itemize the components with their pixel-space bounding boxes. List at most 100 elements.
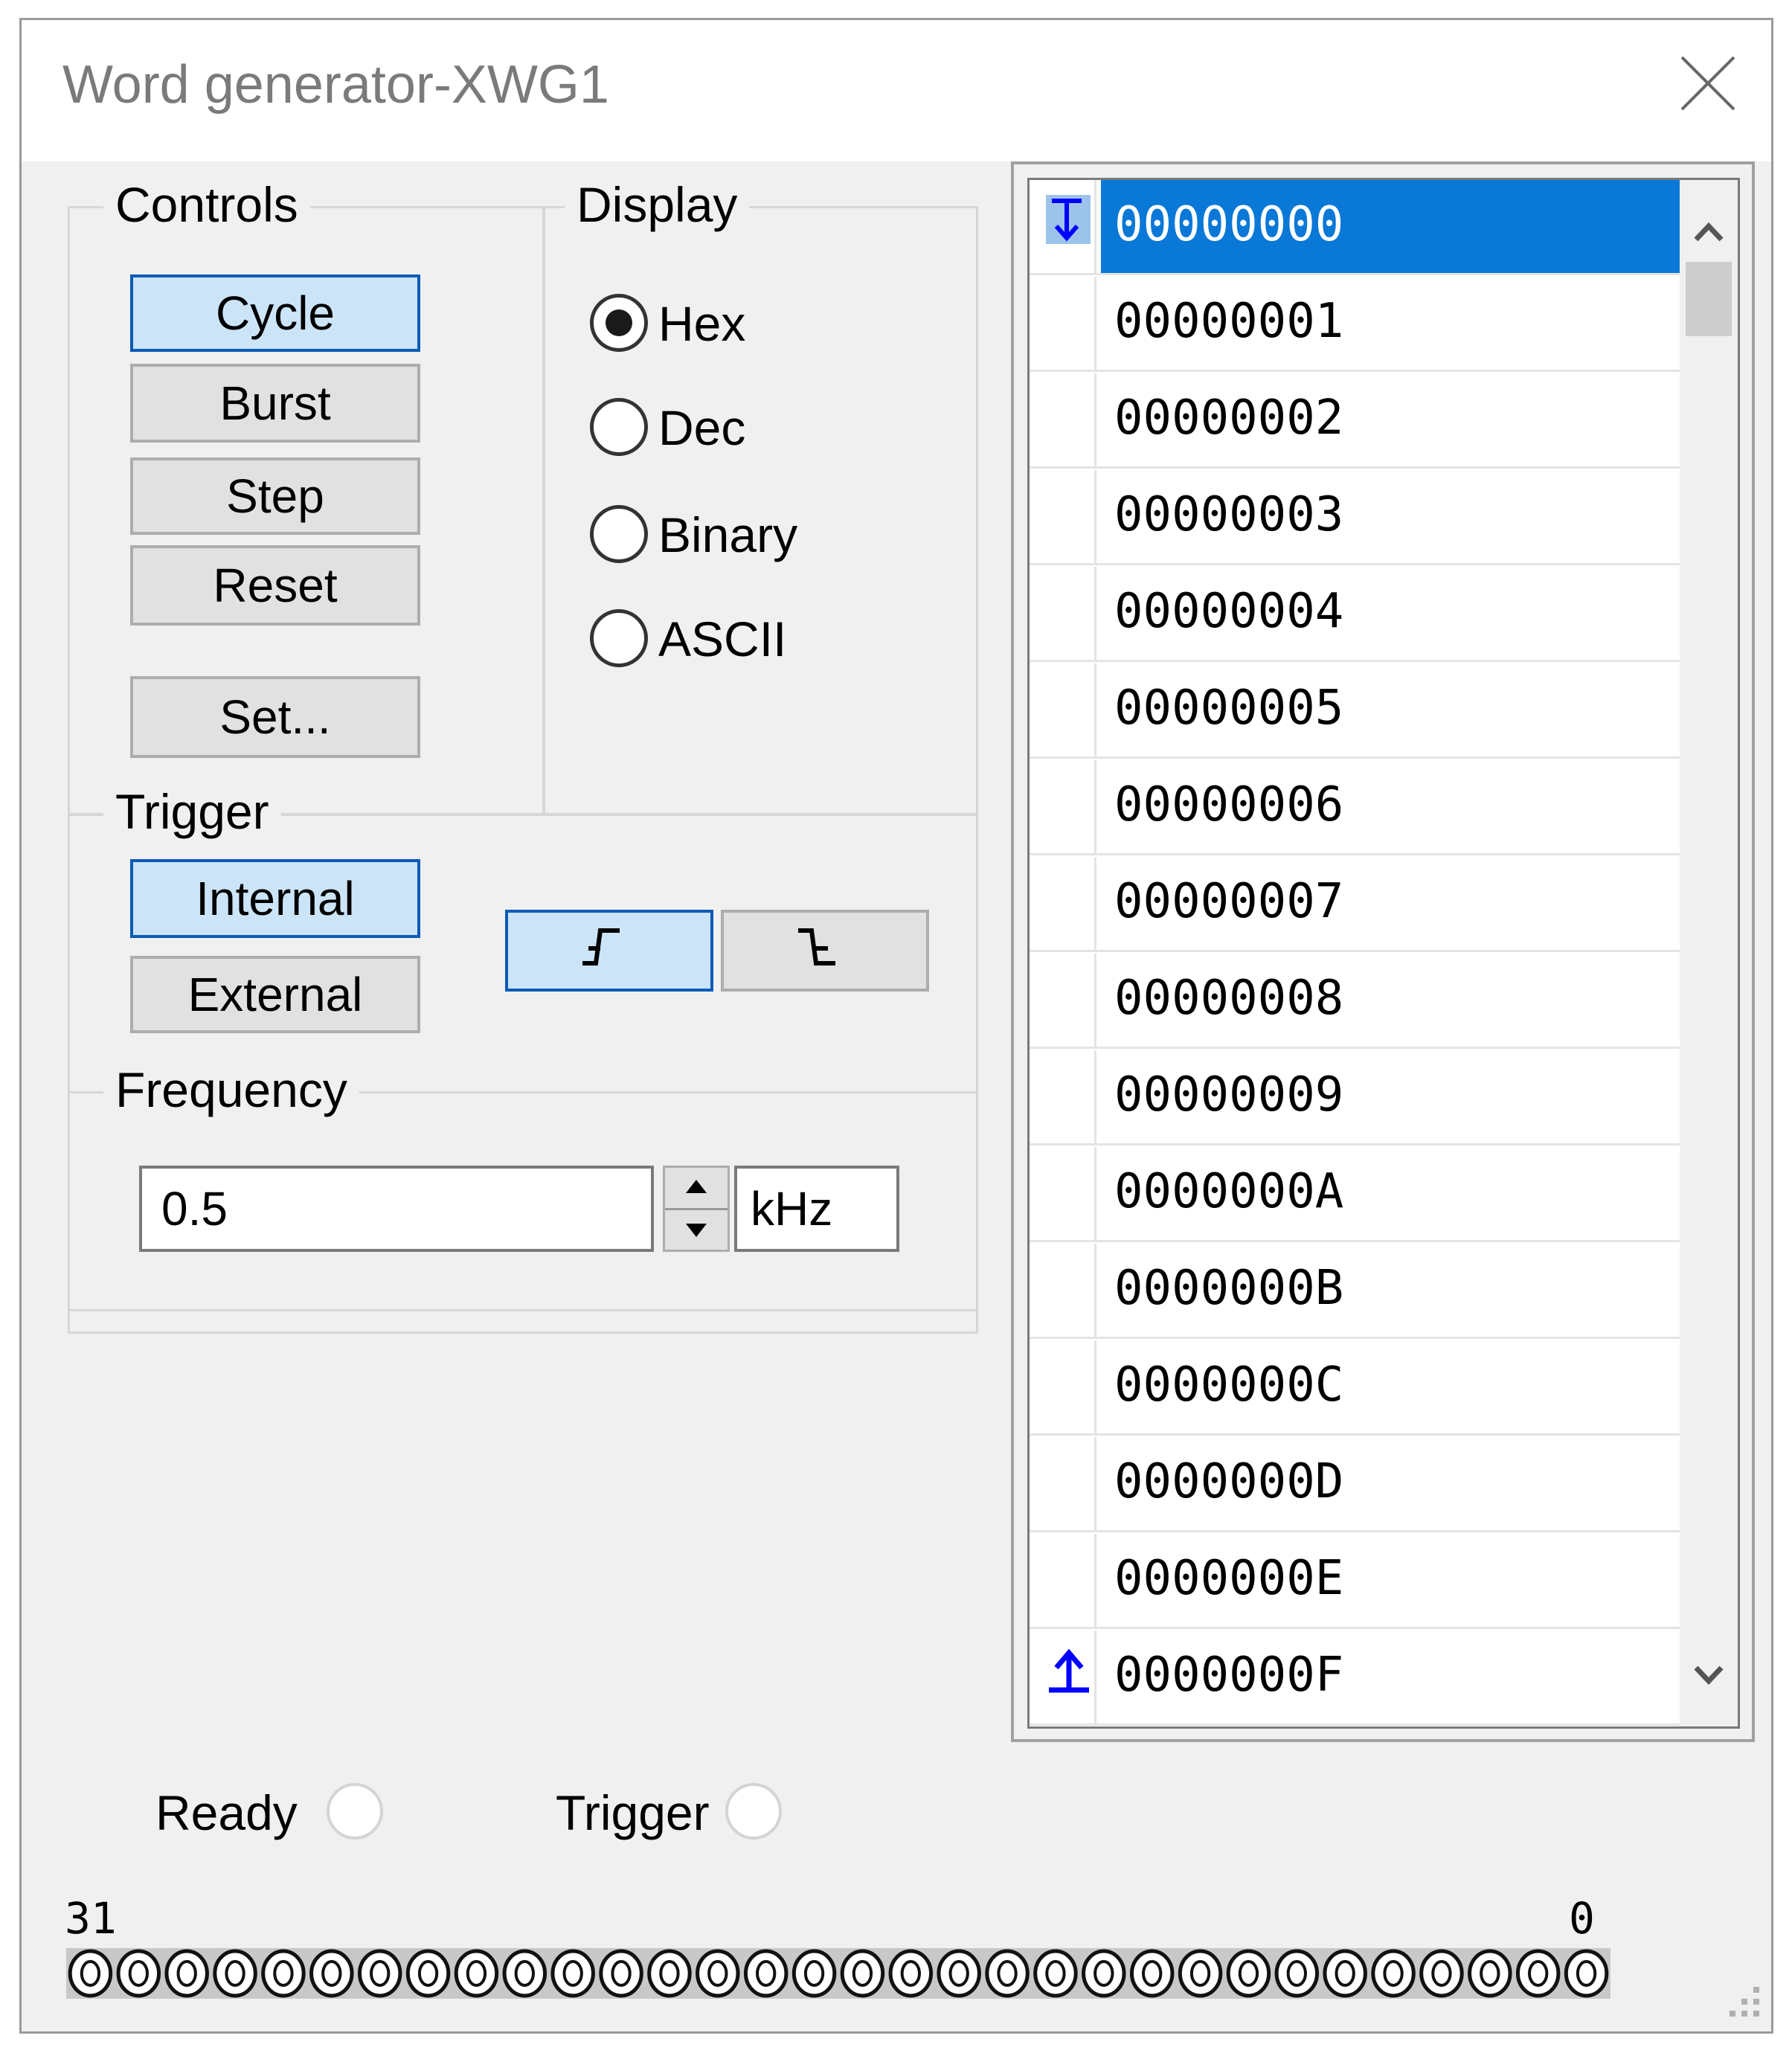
bit-indicator (1564, 1949, 1609, 1998)
row-gutter (1030, 1050, 1096, 1143)
set-button[interactable]: Set... (130, 676, 420, 758)
row-gutter (1030, 1340, 1096, 1433)
frequency-unit-field[interactable]: kHz (734, 1166, 899, 1252)
stepper-up-icon[interactable] (665, 1168, 728, 1209)
display-dec-radio[interactable] (590, 398, 648, 456)
row-gutter (1030, 857, 1096, 950)
rising-edge-icon (582, 928, 620, 966)
display-hex-label: Hex (658, 296, 746, 351)
word-row[interactable]: 0000000A (1030, 1147, 1684, 1242)
trigger-indicator (725, 1783, 782, 1840)
word-value: 0000000F (1114, 1648, 1344, 1703)
row-gutter (1030, 470, 1096, 563)
word-row[interactable]: 00000002 (1030, 373, 1684, 469)
rising-edge-button[interactable] (505, 910, 713, 992)
word-row[interactable]: 00000008 (1030, 954, 1684, 1049)
word-value: 0000000B (1114, 1261, 1344, 1316)
scroll-up-icon[interactable] (1680, 202, 1738, 262)
display-ascii-label: ASCII (658, 611, 787, 666)
bit-indicator (937, 1949, 981, 1998)
frequency-input[interactable]: 0.5 (139, 1166, 654, 1252)
burst-button[interactable]: Burst (130, 364, 420, 443)
word-row[interactable]: 00000009 (1030, 1050, 1684, 1146)
word-row[interactable]: 00000000 (1030, 180, 1684, 275)
word-row[interactable]: 00000007 (1030, 857, 1684, 952)
cycle-button[interactable]: Cycle (130, 274, 420, 352)
row-gutter (1030, 1534, 1096, 1627)
row-gutter (1030, 180, 1096, 273)
bit-indicator (647, 1949, 692, 1998)
internal-trigger-button[interactable]: Internal (130, 859, 420, 938)
display-hex-radio[interactable] (590, 294, 648, 352)
row-gutter (1030, 954, 1096, 1047)
word-value: 00000002 (1114, 391, 1344, 446)
frequency-stepper[interactable] (663, 1166, 730, 1252)
row-gutter (1030, 277, 1096, 370)
frequency-label: Frequency (103, 1061, 359, 1118)
title-bar: Word generator-XWG1 (22, 20, 1771, 161)
bit-indicator (309, 1949, 354, 1998)
display-dec-label: Dec (658, 400, 746, 455)
bit-indicator (1129, 1949, 1175, 1998)
row-gutter (1030, 567, 1096, 660)
display-ascii-radio[interactable] (590, 609, 648, 667)
bit-indicator (791, 1949, 837, 1998)
resize-grip-icon[interactable] (1721, 1981, 1765, 2025)
stepper-down-icon[interactable] (665, 1210, 728, 1251)
bit-high-label: 31 (65, 1893, 117, 1944)
bit-indicator (1371, 1949, 1416, 1998)
step-button[interactable]: Step (130, 457, 420, 535)
bit-indicator (985, 1949, 1030, 1998)
scroll-down-icon[interactable] (1680, 1645, 1738, 1705)
bit-indicator (164, 1949, 209, 1998)
word-row[interactable]: 0000000F (1030, 1630, 1684, 1726)
word-row[interactable]: 0000000C (1030, 1340, 1684, 1436)
row-gutter (1030, 1630, 1096, 1723)
close-icon[interactable] (1674, 50, 1741, 117)
word-row[interactable]: 0000000D (1030, 1437, 1684, 1532)
word-row[interactable]: 00000001 (1030, 277, 1684, 372)
bit-indicator (116, 1949, 161, 1998)
word-row[interactable]: 00000005 (1030, 664, 1684, 759)
vertical-scrollbar[interactable] (1680, 180, 1738, 1726)
scrollbar-thumb[interactable] (1686, 262, 1732, 336)
word-value: 00000003 (1114, 487, 1344, 542)
word-value: 00000000 (1101, 180, 1684, 273)
trigger-status-label: Trigger (556, 1785, 710, 1840)
bit-indicator (68, 1949, 113, 1998)
word-value: 00000008 (1114, 971, 1344, 1026)
bit-indicator (213, 1949, 257, 1998)
display-binary-radio[interactable] (590, 505, 648, 563)
bit-indicator (357, 1949, 402, 1998)
controls-label: Controls (103, 176, 310, 233)
external-trigger-button[interactable]: External (130, 956, 420, 1033)
word-row[interactable]: 00000004 (1030, 567, 1684, 662)
word-list[interactable]: 00000000 00000001 00000002 00000003 00000004… (1027, 178, 1740, 1729)
bit-indicator (1468, 1949, 1512, 1998)
start-marker-icon (1046, 195, 1091, 244)
bit-indicator (888, 1949, 934, 1998)
word-value: 00000004 (1114, 584, 1344, 639)
word-value: 00000001 (1114, 294, 1344, 349)
bit-indicator (1082, 1949, 1126, 1998)
row-gutter (1030, 1437, 1096, 1530)
word-row[interactable]: 00000006 (1030, 760, 1684, 855)
bit-indicator-strip (66, 1948, 1610, 1999)
bit-indicator (1033, 1949, 1078, 1998)
word-row[interactable]: 00000003 (1030, 470, 1684, 565)
bit-indicator (1419, 1949, 1464, 1998)
radio-selected-dot (606, 309, 632, 336)
word-row[interactable]: 0000000B (1030, 1244, 1684, 1339)
window-title: Word generator-XWG1 (62, 55, 609, 115)
falling-edge-button[interactable] (721, 910, 929, 992)
bit-indicator (454, 1949, 499, 1998)
ready-label: Ready (155, 1785, 298, 1840)
bit-indicator (550, 1949, 595, 1998)
bit-indicator (1226, 1949, 1271, 1998)
reset-button[interactable]: Reset (130, 545, 420, 626)
ready-indicator (327, 1783, 383, 1840)
end-marker-icon (1049, 1648, 1089, 1693)
bit-indicator (1515, 1949, 1561, 1998)
word-value: 0000000C (1114, 1358, 1344, 1413)
word-row[interactable]: 0000000E (1030, 1534, 1684, 1629)
